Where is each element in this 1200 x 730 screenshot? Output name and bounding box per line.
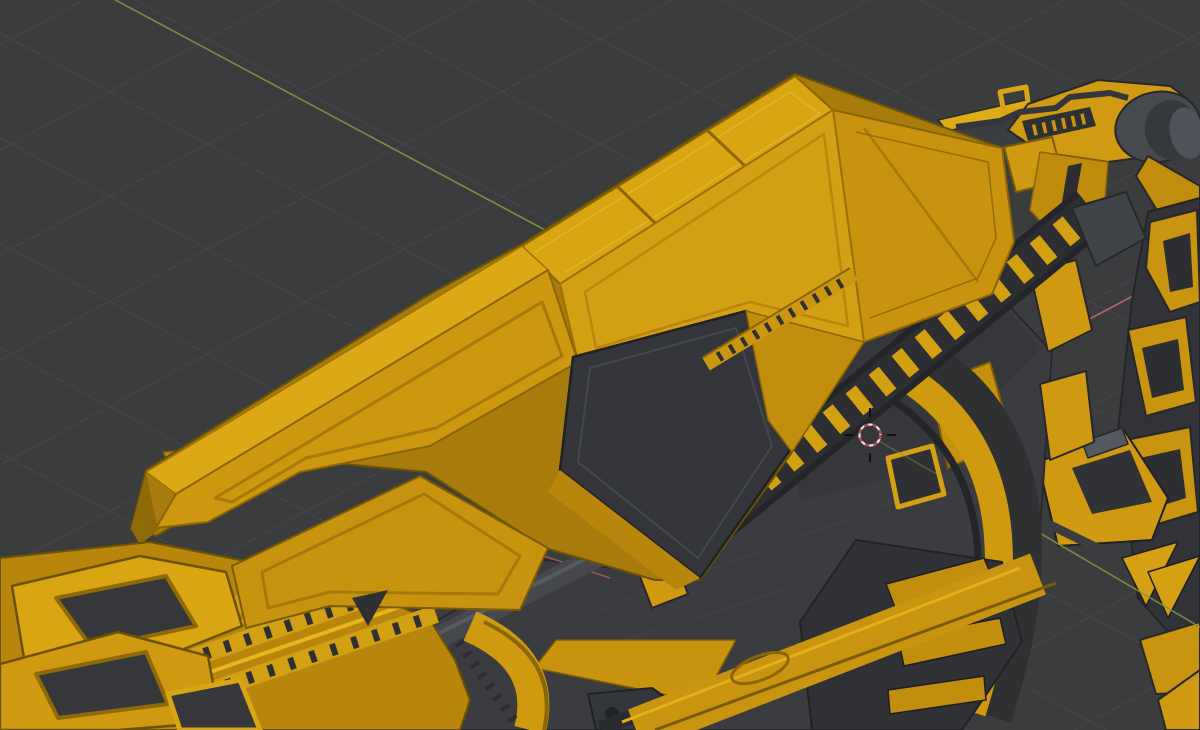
viewport-3d-wrap bbox=[0, 0, 1200, 730]
inspection-window bbox=[888, 446, 944, 507]
viewport-3d-canvas[interactable] bbox=[0, 0, 1200, 730]
